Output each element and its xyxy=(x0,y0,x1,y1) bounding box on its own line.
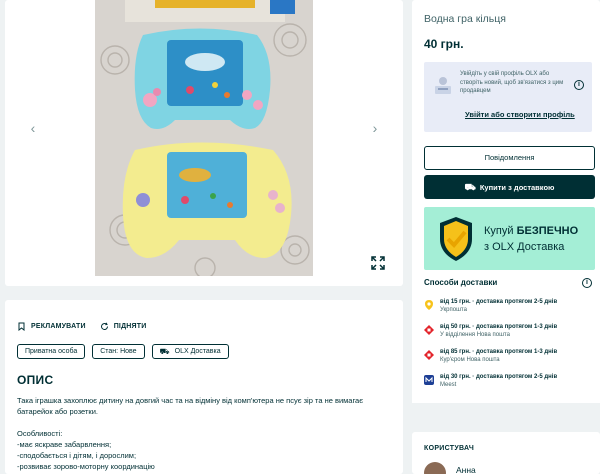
promote-label: РЕКЛАМУВАТИ xyxy=(31,322,86,330)
description-intro: Така іграшка захоплює дитину на довгий ч… xyxy=(17,396,364,416)
sidebar: Водна гра кільця 40 грн. Увійдіть у свій… xyxy=(412,0,600,474)
banner-text: Купуй БЕЗПЕЧНО з OLX Доставка xyxy=(484,223,578,255)
delivery-option-sub: Meest xyxy=(440,382,457,388)
tag-condition: Стан: Нове xyxy=(92,344,145,359)
chevron-right-icon[interactable]: › xyxy=(367,120,383,136)
feature-item: -має яскраве забарвлення; xyxy=(17,440,112,449)
login-link[interactable]: Увійти або створити профіль xyxy=(465,110,575,119)
truck-icon: ⛟ xyxy=(464,182,476,192)
bump-button[interactable]: ПІДНЯТИ xyxy=(100,322,147,331)
nova-poshta-icon xyxy=(424,325,434,335)
expand-icon[interactable] xyxy=(371,256,385,270)
message-button[interactable]: Повідомлення xyxy=(424,146,595,170)
chevron-left-icon[interactable]: ‹ xyxy=(25,120,41,136)
ad-details: РЕКЛАМУВАТИ ПІДНЯТИ Приватна особа Стан:… xyxy=(5,300,403,474)
item-price: 40 грн. xyxy=(424,37,464,51)
nova-poshta-icon xyxy=(424,350,434,360)
tag-label: Стан: Нове xyxy=(100,348,137,355)
meest-icon xyxy=(424,375,434,385)
features-title: Особливості: xyxy=(17,429,63,438)
login-prompt-text: Увійдіть у свій профіль OLX або створіть… xyxy=(460,71,564,94)
delivery-option-main: від 50 грн. · доставка протягом 1-3 днів xyxy=(440,324,558,330)
delivery-option-sub: Укрпошта xyxy=(440,307,467,313)
tag-delivery: ⛟ OLX Доставка xyxy=(151,344,229,359)
product-photo[interactable] xyxy=(95,0,313,276)
info-icon[interactable]: i xyxy=(574,80,584,90)
truck-icon: ⛟ xyxy=(159,347,170,356)
buy-button-label: Купити з доставкою xyxy=(479,183,555,192)
feature-item: -сподобається і дітям, і дорослим; xyxy=(17,451,137,460)
delivery-options: від 15 грн. · доставка протягом 2-5 днів… xyxy=(412,289,600,403)
avatar[interactable] xyxy=(424,462,446,474)
banner-text-bold: БЕЗПЕЧНО xyxy=(516,225,579,237)
bump-label: ПІДНЯТИ xyxy=(113,322,147,330)
delivery-option-main: від 15 грн. · доставка протягом 2-5 днів xyxy=(440,299,558,305)
info-icon[interactable]: i xyxy=(582,278,592,288)
seller-name[interactable]: Анна xyxy=(456,465,476,474)
shield-check-icon xyxy=(440,217,472,261)
ad-tags: Приватна особа Стан: Нове ⛟ OLX Доставка xyxy=(17,344,391,359)
login-prompt: Увійдіть у свій профіль OLX або створіть… xyxy=(424,62,592,132)
banner-text-prefix: Купуй xyxy=(484,225,517,237)
tag-label: OLX Доставка xyxy=(174,348,221,355)
seller-card: КОРИСТУВАЧ Анна xyxy=(412,432,600,474)
photo-gallery: ‹ › xyxy=(5,0,403,286)
delivery-title: Способи доставки xyxy=(424,278,498,287)
ukrposhta-icon xyxy=(425,300,433,310)
ad-actions: РЕКЛАМУВАТИ ПІДНЯТИ xyxy=(17,320,391,332)
feature-item: -розвиває зорово-моторну координацію xyxy=(17,462,155,471)
delivery-option-main: від 85 грн. · доставка протягом 1-3 днів xyxy=(440,349,558,355)
price-card: Водна гра кільця 40 грн. Увійдіть у свій… xyxy=(412,0,600,292)
buy-with-delivery-button[interactable]: ⛟ Купити з доставкою xyxy=(424,175,595,199)
tag-label: Приватна особа xyxy=(25,348,78,355)
tag-seller-type: Приватна особа xyxy=(17,344,86,359)
bookmark-icon xyxy=(18,322,25,331)
delivery-option-sub: Кур'єром Нова пошта xyxy=(440,357,500,363)
promote-button[interactable]: РЕКЛАМУВАТИ xyxy=(17,322,86,331)
delivery-option-main: від 30 грн. · доставка протягом 2-5 днів xyxy=(440,374,558,380)
refresh-icon xyxy=(100,322,108,330)
seller-section-title: КОРИСТУВАЧ xyxy=(424,445,475,452)
profile-illustration-icon xyxy=(435,77,451,94)
delivery-option-sub: У відділення Нова пошта xyxy=(440,332,510,338)
banner-text-line2: з OLX Доставка xyxy=(484,241,565,253)
description-title: ОПИС xyxy=(17,373,54,387)
item-title: Водна гра кільця xyxy=(424,13,506,25)
olx-delivery-banner[interactable]: Купуй БЕЗПЕЧНО з OLX Доставка xyxy=(424,207,595,270)
description-text: Така іграшка захоплює дитину на довгий ч… xyxy=(17,395,391,472)
